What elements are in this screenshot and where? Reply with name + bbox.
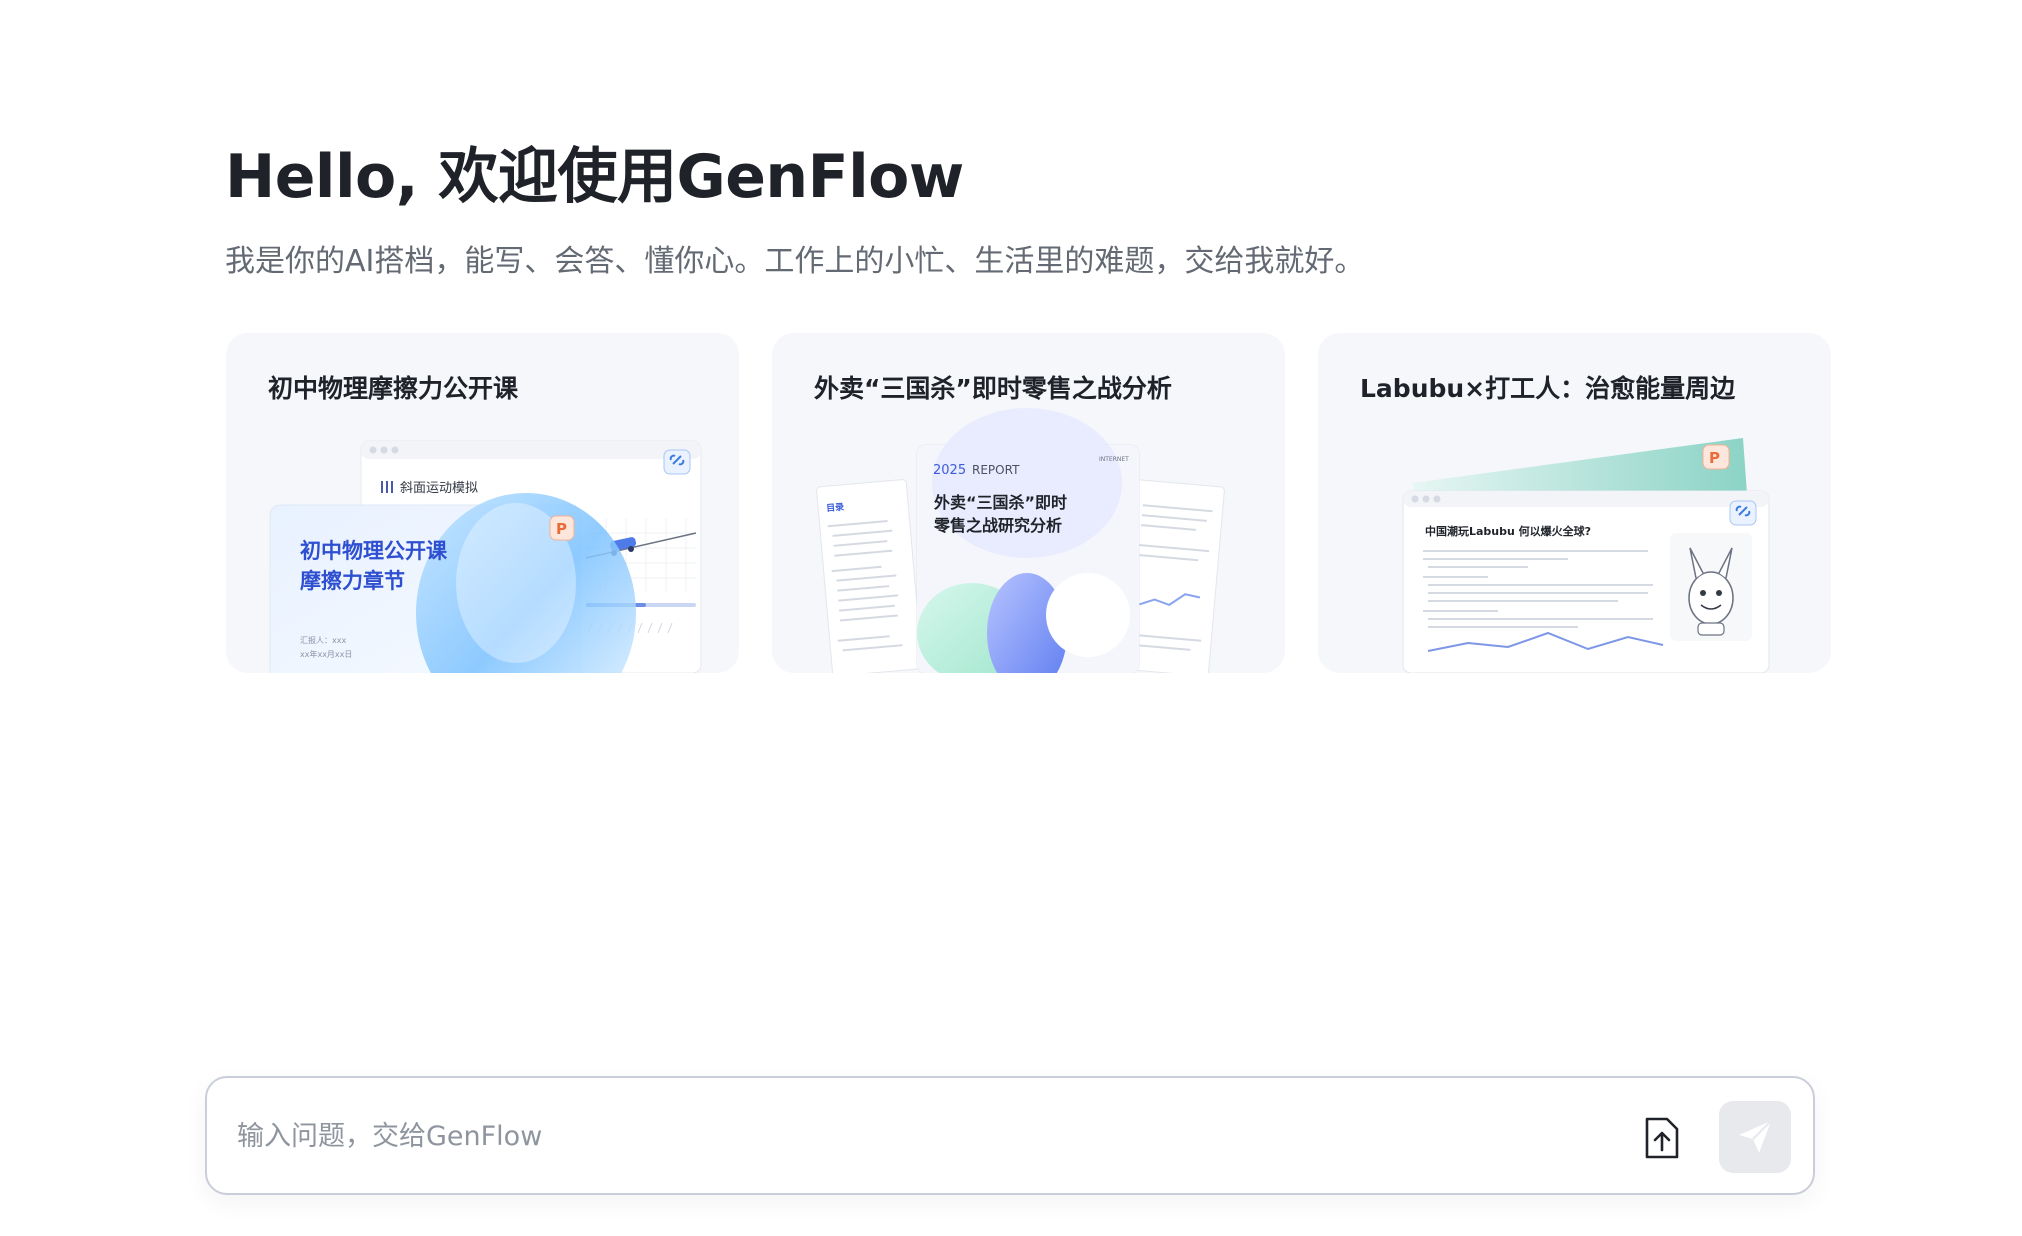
slide-title-line1: 初中物理公开课: [300, 539, 448, 563]
paper-plane-icon: [1739, 1120, 1772, 1153]
document-window: 中国潮玩Labubu 何以爆火全球?: [1402, 490, 1770, 673]
labubu-figure: [1670, 533, 1752, 641]
slide-footer-1: 汇报人：xxx: [300, 635, 346, 645]
example-cards: 初中物理摩擦力公开课 斜面运动模拟 初中物理公开课 摩擦力章节 汇报人：xxx …: [226, 333, 1831, 673]
window-label: 斜面运动模拟: [400, 481, 478, 496]
send-button[interactable]: [1719, 1101, 1791, 1173]
toc-document: 目录: [816, 479, 923, 673]
report-label: REPORT: [972, 463, 1020, 477]
report-year: 2025: [933, 463, 966, 478]
ppt-badge: P: [1709, 449, 1720, 467]
report-title-line2: 零售之战研究分析: [933, 516, 1062, 535]
chat-composer: [205, 1076, 1815, 1195]
page-title: Hello, 欢迎使用GenFlow: [225, 142, 964, 212]
home-page: Hello, 欢迎使用GenFlow 我是你的AI搭档，能写、会答、懂你心。工作…: [0, 0, 2022, 1236]
sliders-icon: [381, 481, 393, 493]
toc-label: 目录: [826, 502, 845, 515]
example-card-labubu[interactable]: Labubu×打工人：治愈能量周边 P 中国潮玩Labubu 何以爆火全球?: [1318, 333, 1831, 673]
slide-title-line2: 摩擦力章节: [300, 569, 405, 593]
slide-preview: 初中物理公开课 摩擦力章节 汇报人：xxx xx年xx月xx日 P: [269, 493, 636, 673]
page-subtitle: 我是你的AI搭档，能写、会答、懂你心。工作上的小忙、生活里的难题，交给我就好。: [225, 244, 1365, 279]
card-preview-labubu: P 中国潮玩Labubu 何以爆火全球?: [1402, 438, 1770, 673]
ppt-badge: P: [556, 520, 567, 538]
slide-footer-2: xx年xx月xx日: [300, 649, 352, 659]
doc-title: 中国潮玩Labubu 何以爆火全球?: [1425, 524, 1591, 538]
example-card-takeout[interactable]: 外卖“三国杀”即时零售之战分析 目录 2025 REPORT INTERNET …: [772, 333, 1285, 673]
question-input[interactable]: [237, 1108, 1537, 1164]
upload-file-button[interactable]: [1635, 1112, 1687, 1164]
file-upload-icon: [1645, 1117, 1679, 1159]
card-preview-physics: 斜面运动模拟 初中物理公开课 摩擦力章节 汇报人：xxx xx年xx月xx日 P: [269, 440, 702, 673]
example-card-physics[interactable]: 初中物理摩擦力公开课 斜面运动模拟 初中物理公开课 摩擦力章节 汇报人：xxx …: [226, 333, 739, 673]
report-title-line1: 外卖“三国杀”即时: [933, 493, 1067, 512]
corner-text: INTERNET: [1099, 456, 1129, 463]
card-preview-report: 目录 2025 REPORT INTERNET 外卖“三国杀”即时 零售之战研究…: [816, 408, 1225, 673]
report-cover: 2025 REPORT INTERNET 外卖“三国杀”即时 零售之战研究分析: [916, 408, 1140, 673]
